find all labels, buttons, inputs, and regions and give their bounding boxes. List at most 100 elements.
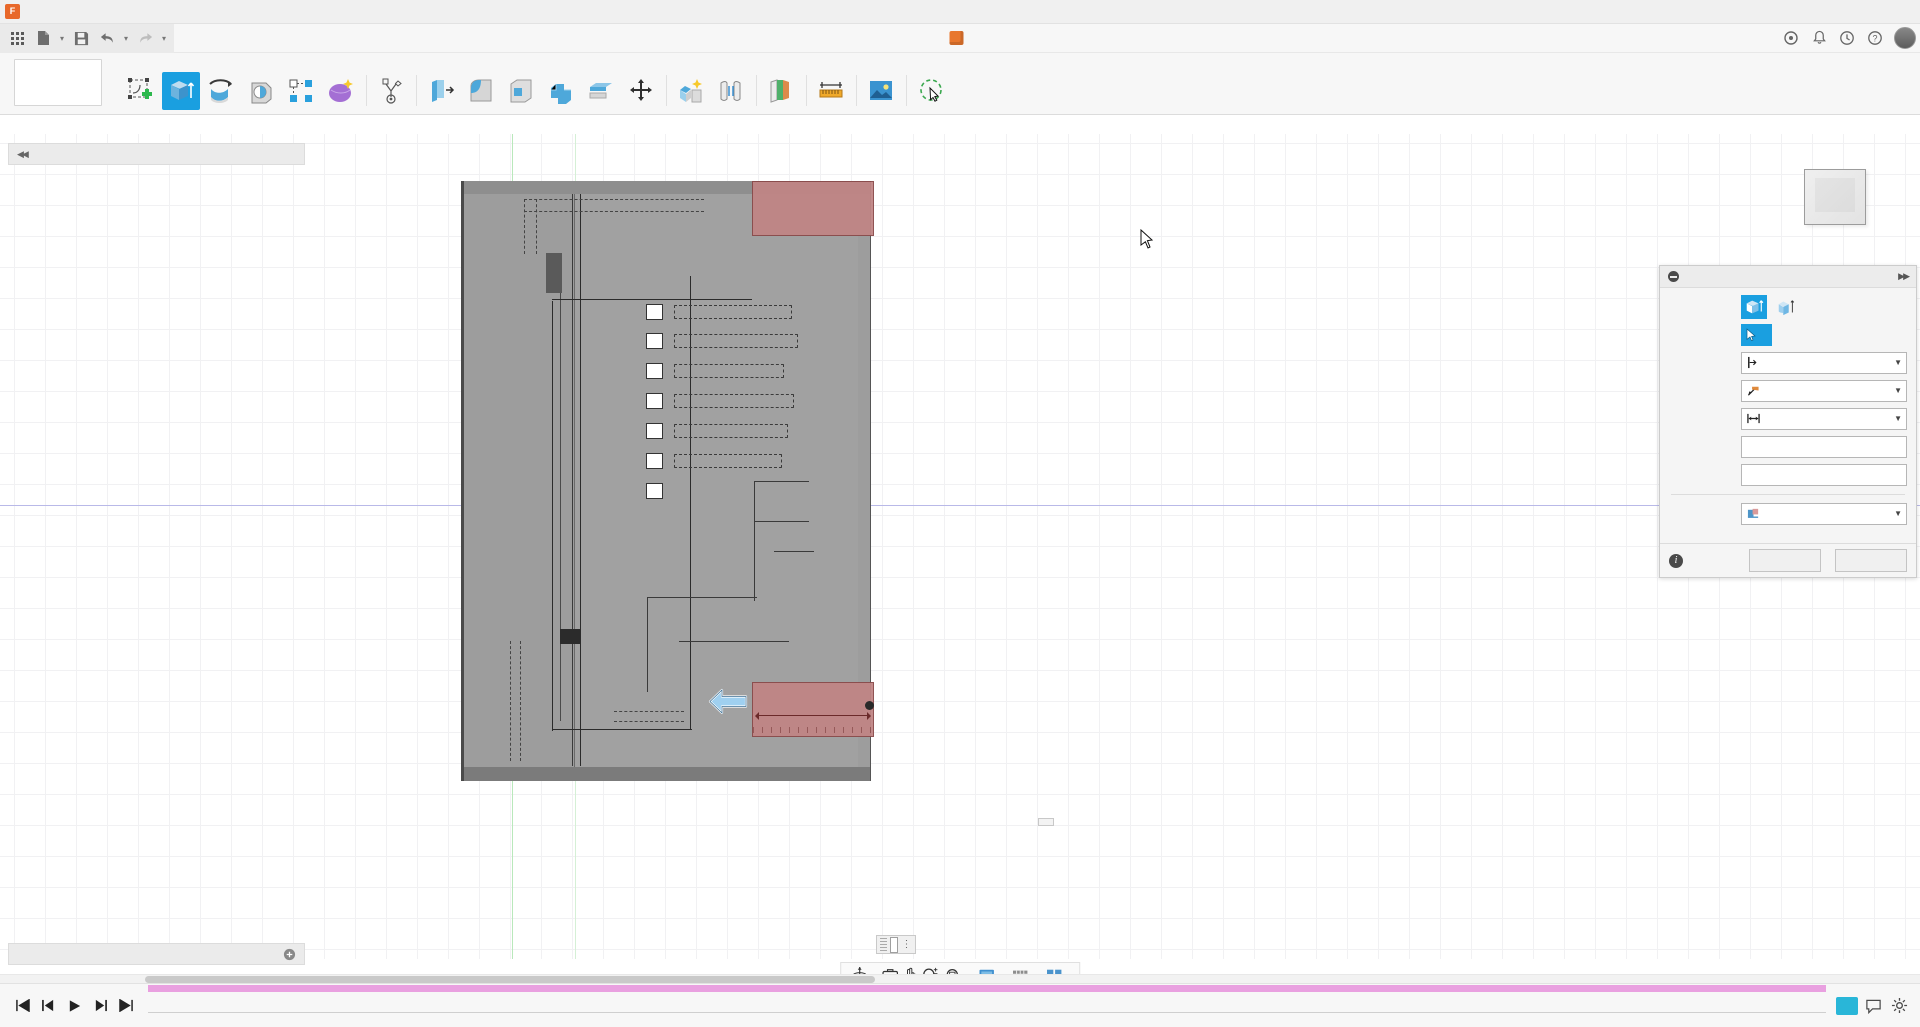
extent-type-dropdown[interactable]: ▼ (1741, 408, 1907, 430)
chevron-down-icon[interactable]: ▼ (1894, 386, 1902, 395)
selected-face-top[interactable] (752, 181, 874, 236)
taper-angle-field[interactable] (1741, 464, 1907, 486)
chevron-down-icon[interactable]: ▼ (1894, 414, 1902, 423)
add-tab-icon[interactable] (1750, 26, 1776, 51)
info-icon[interactable]: i (1669, 554, 1683, 568)
avatar[interactable] (1894, 27, 1916, 49)
selected-face-bottom[interactable] (752, 682, 874, 737)
notifications-icon[interactable] (1806, 26, 1832, 51)
workspace-selector[interactable] (14, 59, 102, 106)
select-icon[interactable] (912, 72, 950, 110)
distance-input[interactable] (890, 937, 898, 953)
insert-image-icon[interactable] (862, 72, 900, 110)
move-copy-icon[interactable] (622, 72, 660, 110)
cancel-button[interactable] (1835, 549, 1907, 572)
play-icon[interactable] (66, 999, 82, 1013)
redo-icon[interactable] (132, 26, 158, 51)
capture-icon[interactable] (1836, 997, 1858, 1015)
step-forward-icon[interactable] (92, 999, 108, 1012)
app-grid-icon[interactable] (4, 26, 30, 51)
direction-dropdown[interactable]: ▼ (1741, 380, 1907, 402)
close-button[interactable] (1875, 0, 1920, 24)
start-dropdown[interactable]: ▼ (1741, 352, 1907, 374)
save-icon[interactable] (68, 26, 94, 51)
tab-solid[interactable] (160, 43, 192, 46)
redo-caret-icon[interactable]: ▾ (158, 26, 170, 51)
create-sketch-icon[interactable] (122, 72, 160, 110)
ribbon-group-assemble-label[interactable] (672, 111, 750, 114)
ribbon-group-automate-label[interactable] (372, 111, 410, 114)
press-pull-icon[interactable] (422, 72, 460, 110)
chevron-down-icon[interactable]: ▼ (1894, 358, 1902, 367)
expand-right-icon[interactable]: ▶▶ (1898, 271, 1908, 282)
skip-end-icon[interactable] (118, 999, 134, 1012)
extrude-taper-icon[interactable] (1773, 295, 1799, 319)
extrude-profile-icon[interactable] (1741, 295, 1767, 319)
ribbon-group-create-label[interactable] (122, 111, 360, 114)
add-comment-icon[interactable] (283, 948, 296, 961)
new-file-icon[interactable] (30, 26, 56, 51)
document-tab[interactable] (950, 31, 971, 45)
profiles-selection-button[interactable] (1741, 324, 1772, 346)
pattern-icon[interactable] (282, 72, 320, 110)
viewport[interactable]: ⋮ (0, 134, 1920, 959)
comments-toggle-icon[interactable] (1862, 995, 1884, 1017)
tab-plastic[interactable] (288, 43, 320, 46)
distance-field[interactable] (1741, 436, 1907, 458)
scrollbar-thumb[interactable] (145, 976, 875, 983)
distance-value-editor[interactable]: ⋮ (876, 935, 916, 954)
tab-sheet-metal[interactable] (256, 43, 288, 46)
drag-handle-dot[interactable] (865, 701, 874, 710)
drag-grip-icon[interactable] (880, 938, 887, 951)
ok-button[interactable] (1749, 549, 1821, 572)
comments-panel[interactable] (8, 943, 305, 965)
more-options-icon[interactable]: ⋮ (901, 943, 912, 947)
automate-icon[interactable] (372, 72, 410, 110)
new-component-icon[interactable] (672, 72, 710, 110)
minimize-icon[interactable] (1668, 271, 1679, 282)
operation-dropdown[interactable]: ▼ (1741, 503, 1907, 525)
fillet-icon[interactable] (462, 72, 500, 110)
form-icon[interactable] (322, 72, 360, 110)
split-face-icon[interactable] (582, 72, 620, 110)
chevron-down-icon[interactable]: ▼ (1894, 509, 1902, 518)
help-icon[interactable]: ? (1862, 26, 1888, 51)
extensions-icon[interactable] (1778, 26, 1804, 51)
construct-plane-icon[interactable] (762, 72, 800, 110)
ribbon-group-select-label[interactable] (912, 111, 950, 114)
ribbon-group-insert-label[interactable] (862, 111, 900, 114)
timeline-track[interactable] (148, 984, 1826, 1027)
tab-utilities[interactable] (320, 43, 352, 46)
ribbon-group-construct-label[interactable] (762, 111, 800, 114)
undo-caret-icon[interactable]: ▾ (120, 26, 132, 51)
minimize-button[interactable] (1785, 0, 1830, 24)
tab-mesh[interactable] (224, 43, 256, 46)
extrude-icon[interactable] (162, 72, 200, 110)
sweep-icon[interactable] (242, 72, 280, 110)
objects-to-cut-section[interactable] (1669, 529, 1907, 541)
view-cube[interactable] (1786, 156, 1882, 248)
drag-arrow-icon[interactable] (708, 686, 748, 718)
ribbon-group-modify-label[interactable] (422, 111, 660, 114)
tab-surface[interactable] (192, 43, 224, 46)
collapse-left-icon[interactable]: ◀◀ (17, 149, 27, 160)
step-back-icon[interactable] (40, 999, 56, 1012)
shell-icon[interactable] (502, 72, 540, 110)
row-extent-type: ▼ (1669, 406, 1907, 431)
measure-icon[interactable] (812, 72, 850, 110)
model-3d[interactable] (461, 181, 871, 781)
joint-icon[interactable] (712, 72, 750, 110)
undo-icon[interactable] (94, 26, 120, 51)
maximize-button[interactable] (1830, 0, 1875, 24)
tab-close-icon[interactable] (1704, 26, 1730, 51)
ribbon-group-inspect-label[interactable] (812, 111, 850, 114)
new-file-caret-icon[interactable]: ▾ (56, 26, 68, 51)
revolve-icon[interactable] (202, 72, 240, 110)
timeline-settings-icon[interactable] (1888, 995, 1910, 1017)
job-status-icon[interactable] (1834, 26, 1860, 51)
view-cube-face[interactable] (1804, 169, 1866, 225)
combine-icon[interactable] (542, 72, 580, 110)
timeline-scrollbar[interactable] (0, 974, 1920, 983)
skip-start-icon[interactable] (14, 999, 30, 1012)
extrude-dialog[interactable]: ▶▶ (1659, 265, 1917, 578)
